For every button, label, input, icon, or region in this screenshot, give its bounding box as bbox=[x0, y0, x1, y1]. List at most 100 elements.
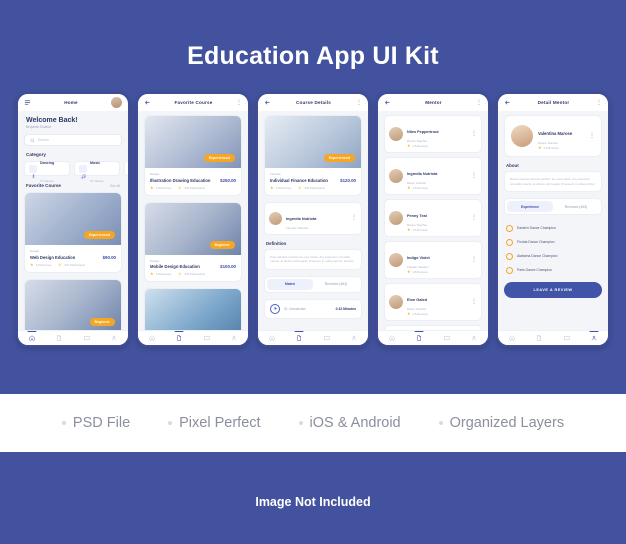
search-input[interactable]: Search bbox=[24, 134, 122, 146]
detail-mentor-title: Detail Mentor bbox=[537, 100, 570, 105]
avatar bbox=[389, 211, 403, 225]
experience-label: Alabama Dance Champion bbox=[517, 254, 558, 259]
mentor-role: Dance Teacher bbox=[538, 141, 559, 145]
course-category: Design bbox=[150, 258, 160, 263]
course-card[interactable]: Experienced Design Web Design Education … bbox=[24, 192, 122, 273]
mentor-name: Elon Gated bbox=[407, 298, 428, 302]
more-options-icon[interactable]: ⋮ bbox=[471, 299, 477, 305]
course-badge: Experienced bbox=[83, 231, 115, 239]
leave-review-button[interactable]: LEAVE A REVIEW bbox=[504, 282, 602, 299]
back-arrow-icon[interactable] bbox=[504, 99, 511, 106]
course-mentor-row[interactable]: Ingredia Nutriota Finance Teacher ⋮ bbox=[264, 201, 362, 235]
document-icon bbox=[56, 335, 62, 341]
tab-reviews[interactable]: Reviews (463) bbox=[553, 201, 599, 212]
more-options-icon[interactable]: ⋮ bbox=[236, 100, 242, 106]
nav-item-chat[interactable] bbox=[436, 331, 458, 346]
nav-item-home[interactable] bbox=[501, 331, 523, 346]
mentor-list-item[interactable]: Indigo Violet Theater Teacher ★ 4.8 Revie… bbox=[384, 241, 482, 279]
more-options-icon[interactable]: ⋮ bbox=[471, 131, 477, 137]
more-options-icon[interactable]: ⋮ bbox=[356, 100, 362, 106]
course-category: Design bbox=[150, 172, 160, 176]
bullet-icon bbox=[298, 421, 303, 425]
favorite-content: Experienced Design Illustration Drawing … bbox=[138, 111, 248, 330]
nav-item-chat[interactable] bbox=[196, 331, 218, 346]
mentor-topbar: Mentor ⋮ bbox=[378, 94, 488, 111]
more-options-icon[interactable]: ⋮ bbox=[589, 133, 595, 139]
nav-item-profile[interactable] bbox=[583, 331, 605, 346]
nav-item-chat[interactable] bbox=[556, 331, 578, 346]
lesson-row[interactable]: 01. Introduction 0.32 Minutes bbox=[264, 298, 362, 319]
play-icon[interactable] bbox=[270, 303, 280, 314]
favorite-topbar: Favorite Course ⋮ bbox=[138, 94, 248, 111]
course-badge: Experienced bbox=[203, 154, 235, 162]
document-icon bbox=[416, 335, 422, 341]
category-card-music[interactable]: Music 36 Classes bbox=[74, 161, 120, 183]
mentor-role: Dance Teacher bbox=[407, 223, 428, 227]
course-card[interactable]: Experienced Design Illustration Drawing … bbox=[144, 115, 242, 196]
home-icon bbox=[389, 335, 395, 341]
nav-item-chat[interactable] bbox=[76, 331, 98, 346]
course-price: $90.00 bbox=[102, 254, 116, 260]
page-title: Education App UI Kit bbox=[187, 42, 439, 70]
more-options-icon[interactable]: ⋮ bbox=[471, 215, 477, 221]
hamburger-menu-icon[interactable] bbox=[24, 99, 31, 106]
avatar bbox=[511, 125, 533, 147]
course-card[interactable]: Beginner Design Mobile Design Education … bbox=[144, 201, 242, 282]
more-options-icon[interactable]: ⋮ bbox=[471, 257, 477, 263]
mentor-list-item[interactable]: Niles Peppertrout Dance Teacher ★ 4.8 Rev… bbox=[384, 115, 482, 153]
star-icon: ★ bbox=[407, 269, 411, 274]
category-card-dancing[interactable]: Dancing 72 Classes bbox=[24, 161, 70, 183]
course-thumbnail: Experienced bbox=[145, 116, 241, 168]
course-card[interactable] bbox=[144, 288, 242, 330]
nav-item-profile[interactable] bbox=[343, 331, 365, 346]
phone-screen-favorite-course: Favorite Course ⋮ Experienced Design Ill… bbox=[136, 92, 250, 347]
avatar[interactable] bbox=[111, 97, 122, 108]
mentor-role: Finance Teacher bbox=[286, 225, 309, 230]
tab-reviews[interactable]: Reviews (463) bbox=[313, 279, 359, 290]
course-details-content: Experienced Finance Individual Finance E… bbox=[258, 111, 368, 330]
more-options-icon[interactable]: ⋮ bbox=[471, 173, 477, 179]
participants-text: 432 Participants bbox=[184, 272, 206, 276]
person-icon bbox=[471, 335, 477, 341]
mentor-list-item[interactable]: Elon Gated Music Teacher ★ 4.8 Reviews ⋮ bbox=[384, 283, 482, 321]
nav-item-courses[interactable] bbox=[408, 331, 430, 346]
course-card[interactable]: Beginner Design Mobile Design Education … bbox=[24, 278, 122, 330]
back-arrow-icon[interactable] bbox=[144, 99, 151, 106]
mentor-name: Valentina Marose bbox=[538, 131, 573, 136]
tab-experience[interactable]: Experience bbox=[507, 201, 553, 213]
reviews-text: 4.8 Reviews bbox=[412, 144, 428, 148]
course-participants: 201 Participants bbox=[58, 263, 85, 267]
nav-item-home[interactable] bbox=[141, 331, 163, 346]
back-arrow-icon[interactable] bbox=[264, 99, 271, 106]
reviews-text: 4.8 Reviews bbox=[155, 272, 172, 276]
bullet-icon bbox=[168, 421, 173, 425]
course-category: Design bbox=[30, 249, 40, 253]
tab-materi[interactable]: Materi bbox=[267, 278, 313, 290]
chat-icon bbox=[84, 335, 90, 341]
nav-item-home[interactable] bbox=[381, 331, 403, 346]
nav-item-home[interactable] bbox=[21, 331, 43, 346]
course-thumbnail: Beginner bbox=[25, 279, 121, 330]
nav-item-courses[interactable] bbox=[288, 331, 310, 346]
feature-label: Organized Layers bbox=[449, 415, 565, 431]
mentor-list-item[interactable]: Ingredia Nutriota Music Teacher ★ 4.8 Rev… bbox=[384, 157, 482, 195]
course-badge: Beginner bbox=[209, 240, 235, 249]
nav-item-courses[interactable] bbox=[528, 331, 550, 346]
nav-item-home[interactable] bbox=[261, 331, 283, 346]
nav-item-profile[interactable] bbox=[463, 331, 485, 346]
more-options-icon[interactable]: ⋮ bbox=[476, 100, 482, 106]
category-card-design[interactable] bbox=[124, 161, 128, 176]
star-icon: ★ bbox=[407, 227, 411, 232]
more-options-icon[interactable]: ⋮ bbox=[596, 100, 602, 106]
nav-item-courses[interactable] bbox=[168, 331, 190, 346]
mentor-profile-card: Valentina Marose Dance Teacher ★ 4.8 Revi… bbox=[504, 115, 602, 157]
more-options-icon[interactable]: ⋮ bbox=[351, 215, 357, 221]
nav-item-profile[interactable] bbox=[223, 331, 245, 346]
star-icon: ★ bbox=[407, 185, 411, 190]
nav-item-chat[interactable] bbox=[316, 331, 338, 346]
nav-item-courses[interactable] bbox=[48, 331, 70, 346]
back-arrow-icon[interactable] bbox=[384, 99, 391, 106]
mentor-list-item[interactable]: Penny Teal Dance Teacher ★ 4.8 Reviews ⋮ bbox=[384, 199, 482, 237]
see-all-link[interactable]: See All bbox=[110, 184, 120, 188]
nav-item-profile[interactable] bbox=[103, 331, 125, 346]
